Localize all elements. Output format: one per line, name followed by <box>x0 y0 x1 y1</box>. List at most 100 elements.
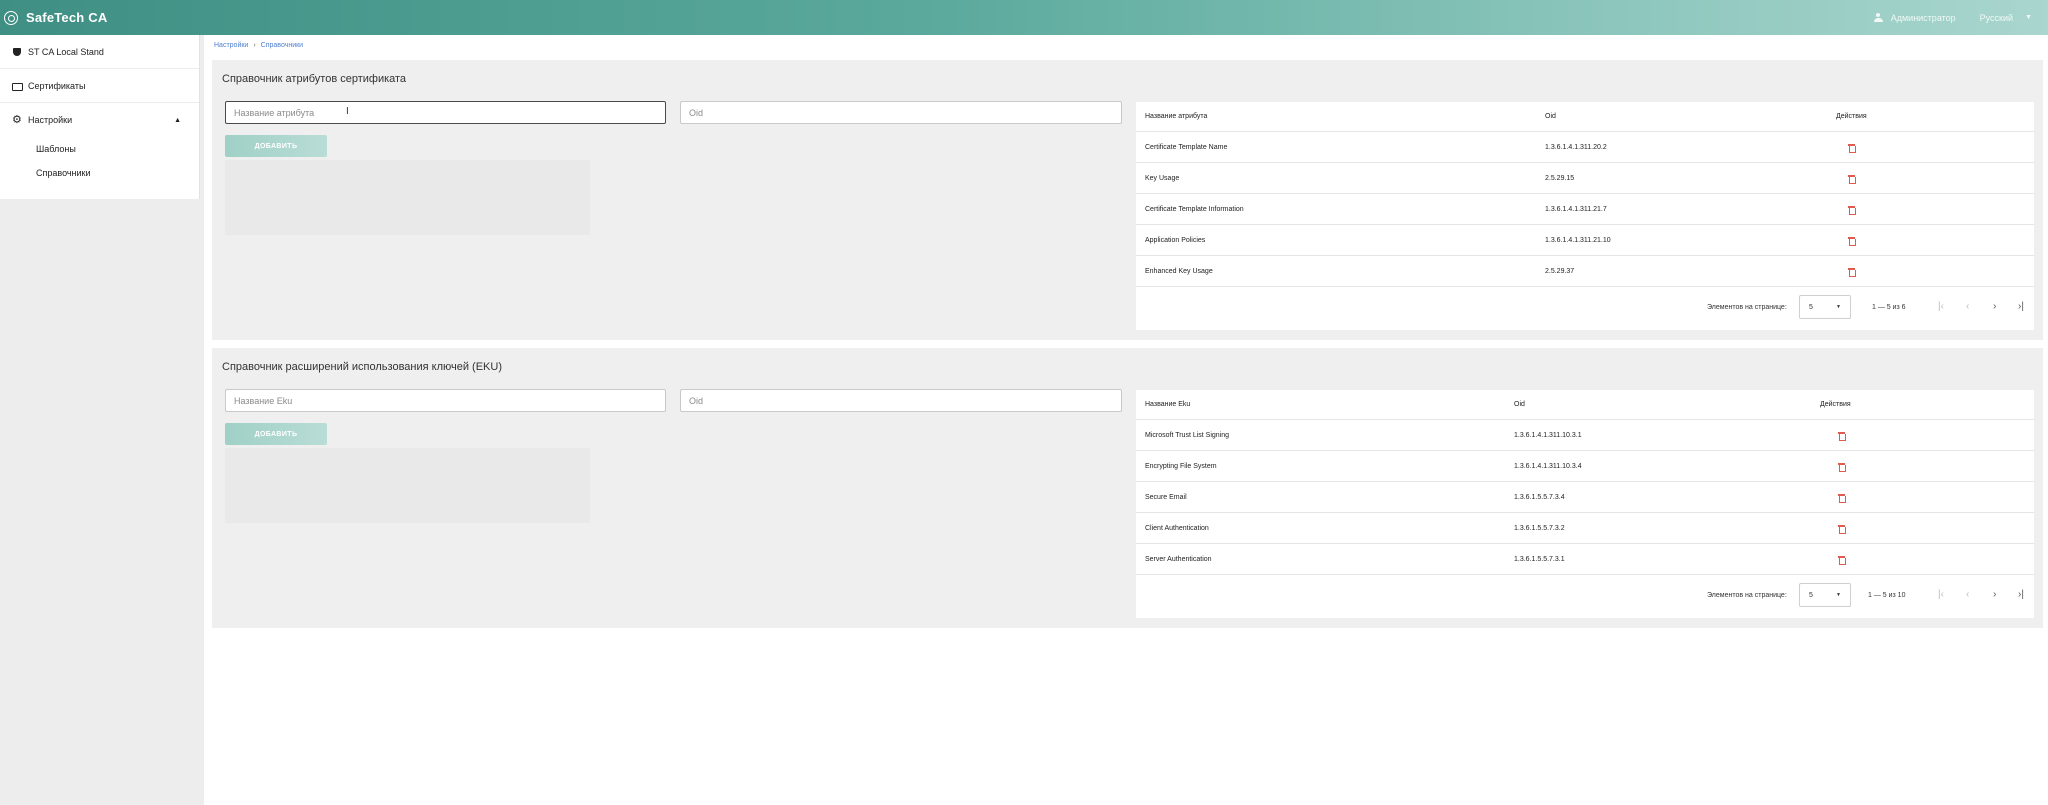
table-row: Application Policies 1.3.6.1.4.1.311.21.… <box>1136 225 2034 256</box>
table-row: Secure Email 1.3.6.1.5.5.7.3.4 <box>1136 482 2034 513</box>
eku-name-input[interactable]: Название Eku <box>225 389 666 412</box>
table-row: Enhanced Key Usage 2.5.29.37 <box>1136 256 2034 287</box>
page-size-select[interactable]: 5 ▼ <box>1799 295 1851 319</box>
delete-icon[interactable] <box>1848 206 1856 215</box>
table-header: Название Eku Oid Действия <box>1136 390 2034 420</box>
row-oid: 1.3.6.1.4.1.311.20.2 <box>1545 143 1607 151</box>
sidebar-subitem-label: Справочники <box>36 168 91 178</box>
sidebar-subitem-label: Шаблоны <box>36 144 76 154</box>
row-oid: 1.3.6.1.5.5.7.3.1 <box>1514 555 1565 563</box>
attribute-name-input[interactable]: Название атрибута I <box>225 101 666 124</box>
breadcrumb-settings[interactable]: Настройки <box>214 42 248 49</box>
chevron-down-icon: ▼ <box>2025 14 2032 21</box>
page-size-label: Элементов на странице: <box>1707 304 1787 311</box>
section-title: Справочник расширений использования ключ… <box>222 361 503 373</box>
delete-icon[interactable] <box>1848 144 1856 153</box>
attribute-oid-placeholder: Oid <box>689 107 704 118</box>
prev-page-icon[interactable]: ‹ <box>1966 589 1969 600</box>
last-page-icon[interactable]: ›| <box>2018 589 2024 600</box>
delete-icon[interactable] <box>1848 268 1856 277</box>
delete-icon[interactable] <box>1848 237 1856 246</box>
table-header: Название атрибута Oid Действия <box>1136 102 2034 132</box>
language-select[interactable]: Русский ▼ <box>1980 13 2032 23</box>
sidebar-item-certificates[interactable]: Сертификаты <box>0 69 199 103</box>
eku-oid-placeholder: Oid <box>689 395 704 406</box>
sidebar-subitem-directories[interactable]: Справочники <box>0 161 199 185</box>
page-size-value: 5 <box>1809 304 1813 311</box>
row-oid: 1.3.6.1.4.1.311.10.3.4 <box>1514 462 1582 470</box>
user-menu[interactable]: Администратор <box>1873 12 1956 23</box>
breadcrumb: Настройки › Справочники <box>214 42 303 49</box>
eku-table: Название Eku Oid Действия Microsoft Trus… <box>1136 390 2034 618</box>
attributes-section: Справочник атрибутов сертификата Названи… <box>212 60 2043 340</box>
page-size-label: Элементов на странице: <box>1707 592 1787 599</box>
last-page-icon[interactable]: ›| <box>2018 301 2024 312</box>
table-row: Key Usage 2.5.29.15 <box>1136 163 2034 194</box>
add-eku-button[interactable]: ДОБАВИТЬ <box>225 423 327 445</box>
language-label: Русский <box>1979 12 2014 23</box>
logo[interactable]: SafeTech CA <box>4 10 107 25</box>
eku-section: Справочник расширений использования ключ… <box>212 348 2043 628</box>
sidebar: ST CA Local Stand Сертификаты ⚙ Настройк… <box>0 35 200 199</box>
next-page-icon[interactable]: › <box>1993 301 1996 312</box>
row-name: Application Policies <box>1145 236 1206 244</box>
row-name: Enhanced Key Usage <box>1145 267 1213 275</box>
page-size-value: 5 <box>1809 592 1813 599</box>
gear-icon: ⚙ <box>12 114 22 126</box>
sidebar-item-label: ST CA Local Stand <box>28 46 104 57</box>
attribute-oid-input[interactable]: Oid <box>680 101 1122 124</box>
column-header-oid: Oid <box>1545 113 1556 120</box>
text-cursor-icon: I <box>346 106 349 117</box>
attributes-table: Название атрибута Oid Действия Certifica… <box>1136 102 2034 330</box>
delete-icon[interactable] <box>1838 494 1846 503</box>
row-name: Microsoft Trust List Signing <box>1145 431 1230 439</box>
column-header-actions: Действия <box>1820 401 1851 408</box>
delete-icon[interactable] <box>1838 463 1846 472</box>
delete-icon[interactable] <box>1838 525 1846 534</box>
add-attribute-button[interactable]: ДОБАВИТЬ <box>225 135 327 157</box>
delete-icon[interactable] <box>1838 432 1846 441</box>
eku-oid-input[interactable]: Oid <box>680 389 1122 412</box>
main-content: Настройки › Справочники Справочник атриб… <box>204 35 2048 805</box>
table-row: Certificate Template Name 1.3.6.1.4.1.31… <box>1136 132 2034 163</box>
row-oid: 2.5.29.37 <box>1545 267 1575 275</box>
paginator: Элементов на странице: 5 ▼ 1 — 5 из 6 |‹… <box>1136 290 2034 326</box>
table-row: Microsoft Trust List Signing 1.3.6.1.4.1… <box>1136 420 2034 451</box>
row-oid: 1.3.6.1.5.5.7.3.4 <box>1514 493 1565 501</box>
sidebar-item-label: Сертификаты <box>28 80 86 91</box>
column-header-name: Название Eku <box>1145 401 1191 408</box>
paginator: Элементов на странице: 5 ▼ 1 — 5 из 10 |… <box>1136 578 2034 614</box>
chevron-down-icon: ▼ <box>1836 304 1841 310</box>
row-name: Server Authentication <box>1145 555 1212 563</box>
form-shade <box>225 448 590 523</box>
row-oid: 1.3.6.1.4.1.311.10.3.1 <box>1514 431 1582 439</box>
delete-icon[interactable] <box>1848 175 1856 184</box>
row-name: Encrypting File System <box>1145 462 1217 470</box>
page-range: 1 — 5 из 6 <box>1872 304 1906 311</box>
logo-icon <box>4 10 18 25</box>
chevron-up-icon: ▲ <box>174 116 181 124</box>
breadcrumb-separator: › <box>253 42 256 49</box>
prev-page-icon[interactable]: ‹ <box>1966 301 1969 312</box>
table-row: Client Authentication 1.3.6.1.5.5.7.3.2 <box>1136 513 2034 544</box>
next-page-icon[interactable]: › <box>1993 589 1996 600</box>
app-header: SafeTech CA Администратор Русский ▼ <box>0 0 2048 35</box>
user-name: Администратор <box>1890 12 1956 23</box>
sidebar-subitem-templates[interactable]: Шаблоны <box>0 137 199 161</box>
attribute-name-placeholder: Название атрибута <box>234 107 315 118</box>
row-name: Certificate Template Name <box>1145 143 1228 151</box>
row-oid: 1.3.6.1.4.1.311.21.10 <box>1545 236 1611 244</box>
first-page-icon[interactable]: |‹ <box>1938 589 1944 600</box>
form-shade <box>225 160 590 235</box>
first-page-icon[interactable]: |‹ <box>1938 301 1944 312</box>
app-title: SafeTech CA <box>26 10 108 25</box>
page-size-select[interactable]: 5 ▼ <box>1799 583 1851 607</box>
sidebar-item-stand[interactable]: ST CA Local Stand <box>0 35 199 69</box>
table-row: Server Authentication 1.3.6.1.5.5.7.3.1 <box>1136 544 2034 575</box>
table-row: Encrypting File System 1.3.6.1.4.1.311.1… <box>1136 451 2034 482</box>
row-name: Client Authentication <box>1145 524 1209 532</box>
column-header-actions: Действия <box>1836 113 1867 120</box>
delete-icon[interactable] <box>1838 556 1846 565</box>
sidebar-item-settings[interactable]: ⚙ Настройки ▲ <box>0 103 199 137</box>
row-oid: 1.3.6.1.5.5.7.3.2 <box>1514 524 1565 532</box>
